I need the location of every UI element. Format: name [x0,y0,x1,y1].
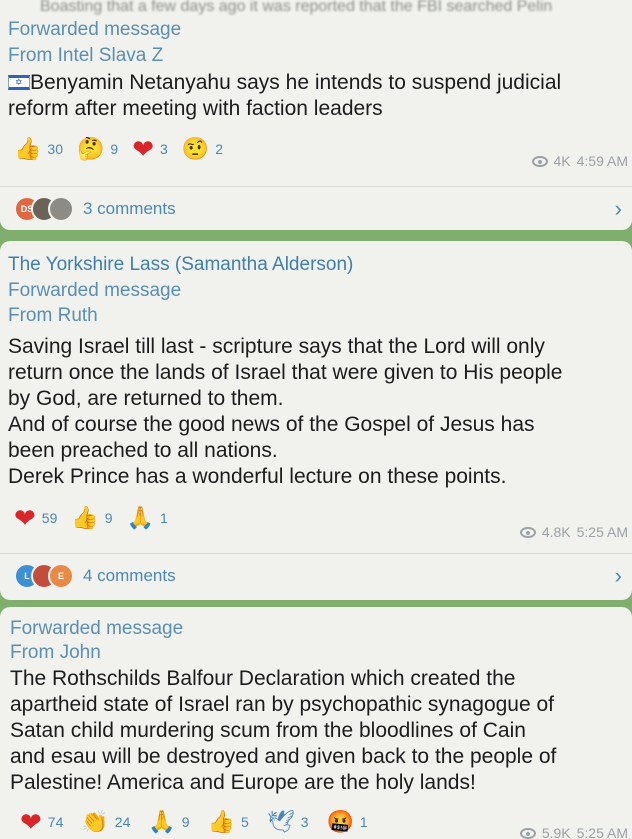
message-text: The Rothschilds Balfour Declaration whic… [10,666,556,796]
forwarded-label: Forwarded message [8,19,182,40]
reaction-chip[interactable]: 👏 24 [81,810,130,834]
avatar: E [48,562,74,589]
message-meta: 4.8K 5:25 AM [519,524,628,540]
message-line: apartheid state of Israel ran by psychop… [10,693,555,716]
reaction-count: 24 [114,814,131,830]
message-line: The Rothschilds Balfour Declaration whic… [10,667,516,690]
view-count: 4.8K [541,524,571,540]
eye-icon [519,827,536,839]
message-line: And of course the good news of the Gospe… [8,413,535,436]
reaction-chip[interactable]: 👍 5 [208,810,249,834]
reaction-count: 59 [41,510,58,526]
reaction-count: 1 [359,814,368,830]
reaction-chip[interactable]: 🤨 2 [182,137,223,161]
reaction-count: 9 [181,814,190,830]
message-time: 5:25 AM [576,524,628,540]
chevron-right-icon[interactable]: › [615,197,622,220]
forwarded-label: Forwarded message [10,618,184,639]
reactions-row: ❤ 74 👏 24 🙏 9 👍 5 🕊 3 🤬 1 [20,807,368,837]
comments-link[interactable]: 3 comments [83,199,176,219]
reaction-chip[interactable]: ❤ 74 [20,807,64,837]
message-line: Satan child murdering scum from the bloo… [10,719,526,742]
praying-hands-icon: 🙏 [126,505,154,530]
thumbs-up-icon: 👍 [207,809,235,834]
reaction-count: 3 [300,814,309,830]
reaction-chip[interactable]: 🕊 3 [267,810,309,834]
message-line: reform after meeting with faction leader… [8,97,383,120]
thumbs-up-icon: 👍 [14,136,42,161]
clapping-hands-icon: 👏 [81,809,109,834]
heart-icon: ❤ [14,503,36,533]
message-line: by God, are returned to them. [8,387,284,410]
reaction-chip[interactable]: 🤬 1 [327,810,368,834]
reaction-chip[interactable]: 🙏 9 [148,810,189,834]
reaction-chip[interactable]: 🙏 1 [127,506,168,530]
author-name[interactable]: The Yorkshire Lass (Samantha Alderson) [8,253,353,277]
message-line: return once the lands of Israel that wer… [8,361,563,384]
commenter-avatars: L E [14,562,74,589]
forwarded-from-link[interactable]: From Ruth [8,304,98,328]
reaction-count: 1 [159,510,168,526]
avatar [48,195,74,222]
message-meta: 5.9K 5:25 AM [519,825,628,839]
forwarded-from-link[interactable]: From John [10,641,101,665]
reaction-chip[interactable]: 👍 9 [71,506,112,530]
dove-icon: 🕊 [266,809,295,834]
message-line: and esau will be destroyed and given bac… [10,745,557,768]
reaction-count: 3 [159,141,168,157]
heart-icon: ❤ [132,134,154,164]
heart-icon: ❤ [20,807,42,837]
reaction-count: 9 [104,510,113,526]
message-time: 4:59 AM [576,153,628,169]
reaction-chip[interactable]: 🤔 9 [77,137,118,161]
reactions-row: 👍 30 🤔 9 ❤ 3 🤨 2 [14,134,223,164]
thinking-face-icon: 🤔 [76,136,105,161]
message-line: been preached to all nations. [8,439,278,462]
reaction-count: 9 [110,141,119,157]
eye-icon [531,155,548,167]
reaction-chip[interactable]: 👍 30 [14,137,63,161]
thumbs-up-icon: 👍 [71,505,99,530]
eye-icon [519,526,536,538]
angry-face-icon: 🤬 [326,809,354,834]
message-card: Forwarded message From John The Rothschi… [0,607,632,839]
commenter-avatars: DS [14,195,74,222]
reaction-count: 2 [215,141,223,157]
reaction-chip[interactable]: ❤ 3 [132,134,168,164]
comments-bar[interactable]: DS 3 comments › [0,186,632,230]
comments-bar[interactable]: L E 4 comments › [0,553,632,597]
message-text: ✡ Benyamin Netanyahu says he intends to s… [8,70,561,122]
previous-message-snippet: Boasting that a few days ago it was repo… [40,0,553,15]
comments-link[interactable]: 4 comments [83,566,176,586]
message-line: Palestine! America and Europe are the ho… [10,771,476,794]
message-line: ✡ Benyamin Netanyahu says he intends to s… [8,70,561,96]
view-count: 4K [553,153,571,169]
forwarded-from-link[interactable]: From Intel Slava Z [8,44,163,68]
forwarded-label: Forwarded message [8,280,182,301]
raised-eyebrow-face-icon: 🤨 [181,136,210,161]
message-line: Derek Prince has a wonderful lecture on … [8,465,507,488]
message-card: The Yorkshire Lass (Samantha Alderson) F… [0,241,632,600]
message-time: 5:25 AM [576,825,628,839]
praying-hands-icon: 🙏 [148,809,176,834]
chevron-right-icon[interactable]: › [615,564,622,587]
message-meta: 4K 4:59 AM [531,153,628,169]
reactions-row: ❤ 59 👍 9 🙏 1 [14,503,168,533]
reaction-count: 5 [240,814,249,830]
reaction-count: 74 [47,814,64,830]
message-line: Saving Israel till last - scripture says… [8,335,545,358]
message-card: Boasting that a few days ago it was repo… [0,0,632,230]
reaction-count: 30 [47,141,63,157]
view-count: 5.9K [541,825,571,839]
reaction-chip[interactable]: ❤ 59 [14,503,58,533]
message-text: Saving Israel till last - scripture says… [8,334,563,490]
israel-flag-icon: ✡ [8,75,30,90]
